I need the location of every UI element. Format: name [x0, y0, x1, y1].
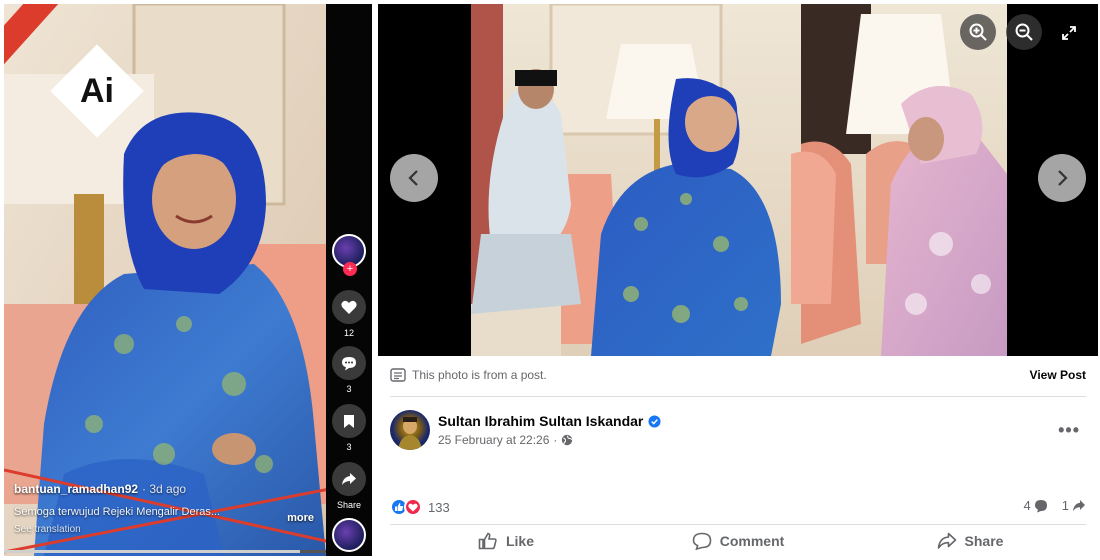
- post-author: Sultan Ibrahim Sultan Iskandar 25 Februa…: [390, 410, 661, 450]
- facebook-photo: [471, 4, 1007, 356]
- comment-label: Comment: [719, 532, 785, 549]
- view-post-link[interactable]: View Post: [1030, 368, 1086, 382]
- zoom-out-icon: [1015, 23, 1033, 41]
- tiktok-action-rail: + 12 3 3 Share: [326, 4, 372, 556]
- more-options-button[interactable]: •••: [1058, 420, 1080, 441]
- bookmark-icon: [332, 404, 366, 438]
- tiktok-username[interactable]: bantuan_ramadhan92: [14, 482, 138, 496]
- screenshot-root: Ai bantuan_ramadhan92 · 3d ago Semoga ter…: [0, 0, 1100, 560]
- share-count-icon: [1073, 500, 1085, 511]
- tiktok-posted-ago: · 3d ago: [142, 482, 187, 496]
- photo-stage: [378, 4, 1098, 356]
- like-button[interactable]: Like: [390, 525, 622, 556]
- tiktok-video-frame: Ai bantuan_ramadhan92 · 3d ago Semoga ter…: [4, 4, 372, 556]
- previous-photo-button[interactable]: [390, 154, 438, 202]
- music-disc-icon: [332, 518, 366, 552]
- saves-count: 3: [346, 442, 352, 452]
- ai-badge-text: Ai: [80, 72, 114, 110]
- author-name[interactable]: Sultan Ibrahim Sultan Iskandar: [438, 413, 643, 429]
- post-info-panel: This photo is from a post. View Post Sul…: [378, 356, 1098, 556]
- facebook-photo-viewer: This photo is from a post. View Post Sul…: [378, 4, 1098, 556]
- share-button[interactable]: Share: [854, 525, 1086, 556]
- comment-count-icon: [1034, 499, 1047, 512]
- share-icon: [937, 532, 956, 549]
- comment-bubble-icon: [332, 346, 366, 380]
- tiktok-progress-bar[interactable]: [4, 550, 326, 553]
- divider: [390, 396, 1086, 397]
- follow-plus-icon[interactable]: +: [343, 262, 357, 276]
- chevron-left-icon: [408, 170, 418, 186]
- post-timestamp[interactable]: 25 February at 22:26: [438, 433, 549, 447]
- comment-button[interactable]: Comment: [622, 525, 854, 556]
- love-reaction-icon: [404, 498, 422, 516]
- share-label: Share: [336, 500, 362, 510]
- comments-count: 3: [346, 384, 352, 394]
- like-label: Like: [505, 532, 534, 549]
- author-meta: Sultan Ibrahim Sultan Iskandar 25 Februa…: [438, 413, 661, 447]
- comments-count[interactable]: 4: [1024, 498, 1031, 513]
- author-line: Sultan Ibrahim Sultan Iskandar: [438, 413, 661, 429]
- tiktok-see-translation[interactable]: See translation: [14, 524, 324, 535]
- from-post-note: This photo is from a post.: [390, 368, 547, 382]
- dot-separator: ·: [553, 433, 558, 447]
- tiktok-share[interactable]: Share: [332, 462, 366, 510]
- heart-icon: [332, 290, 366, 324]
- tiktok-caption-block: bantuan_ramadhan92 · 3d ago Semoga terwuj…: [14, 482, 324, 535]
- tiktok-like[interactable]: 12: [332, 290, 366, 338]
- tiktok-progress-fill: [4, 550, 301, 553]
- likes-count: 12: [343, 328, 354, 338]
- tiktok-save[interactable]: 3: [332, 404, 366, 452]
- thumbs-up-icon: [478, 532, 497, 549]
- zoom-out-button[interactable]: [1006, 14, 1042, 50]
- fullscreen-icon: [1062, 26, 1076, 40]
- shares-count[interactable]: 1: [1062, 498, 1069, 513]
- globe-icon: [562, 434, 573, 446]
- post-document-icon: [390, 368, 406, 382]
- share-label: Share: [964, 532, 1004, 549]
- comment-icon: [692, 532, 712, 550]
- next-photo-button[interactable]: [1038, 154, 1086, 202]
- tiktok-music-disc[interactable]: [332, 518, 366, 552]
- share-arrow-icon: [332, 462, 366, 496]
- chevron-right-icon: [1058, 170, 1068, 186]
- ai-badge: Ai: [50, 44, 144, 138]
- palace-meeting-photo: [471, 4, 1007, 356]
- author-avatar[interactable]: [390, 410, 430, 450]
- reactions-summary[interactable]: 133: [390, 498, 450, 516]
- from-post-text: This photo is from a post.: [412, 368, 547, 382]
- tiktok-more-link[interactable]: more: [287, 512, 314, 524]
- post-time-line: 25 February at 22:26 ·: [438, 433, 661, 447]
- verified-badge-icon: [648, 414, 661, 428]
- fullscreen-button[interactable]: [1054, 18, 1084, 48]
- reaction-count: 133: [428, 499, 450, 515]
- engagement-counts: 4 1: [1024, 498, 1086, 513]
- tiktok-creator-avatar[interactable]: +: [332, 234, 366, 276]
- tiktok-caption-text: Semoga terwujud Rejeki Mengalir Deras...: [14, 506, 221, 518]
- tiktok-comment[interactable]: 3: [332, 346, 366, 394]
- post-actions-bar: Like Comment Share: [390, 524, 1086, 556]
- zoom-in-icon: [969, 23, 987, 41]
- zoom-in-button[interactable]: [960, 14, 996, 50]
